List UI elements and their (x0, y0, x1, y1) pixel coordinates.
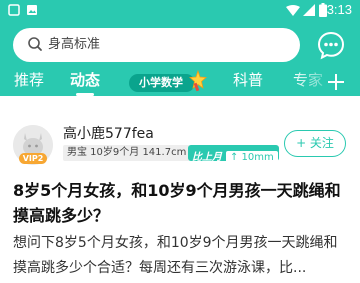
plus-icon[interactable] (326, 72, 346, 92)
baby-info: 男宝 10岁9个月 141.7cm (63, 145, 191, 161)
app-header: 3:13 身高标准 推荐 动态 小学数学 科普 专家 (0, 0, 360, 96)
post-title[interactable]: 8岁5个月女孩，和10岁9个月男孩一天跳绳和摸高跳多少？ (13, 178, 347, 228)
search-placeholder: 身高标准 (48, 37, 101, 52)
search-bar[interactable]: 身高标准 (13, 28, 300, 62)
active-tab-indicator (76, 93, 94, 96)
image-icon (27, 5, 37, 15)
notification-square-icon (8, 4, 20, 16)
follow-button[interactable]: + 关注 (284, 130, 346, 157)
growth-tag: 比上月 ↑ 10mm (188, 145, 279, 165)
chat-bubble-icon[interactable] (316, 30, 346, 60)
status-bar: 3:13 (0, 0, 360, 22)
tab-science[interactable]: 科普 (233, 70, 263, 90)
wifi-icon (286, 5, 300, 16)
tab-updates[interactable]: 动态 (70, 70, 100, 90)
growth-detail: ↑ 10mm (226, 151, 278, 165)
tab-primary-math[interactable]: 小学数学 (129, 70, 209, 92)
username[interactable]: 高小鹿577fea (63, 125, 154, 143)
status-time: 3:13 (326, 2, 352, 17)
pencil-star-icon (189, 70, 207, 92)
tab-primary-math-label: 小学数学 (139, 76, 183, 89)
tab-bar: 推荐 动态 小学数学 科普 专家 (0, 66, 360, 96)
growth-level: 比上月 (192, 152, 222, 163)
post-body[interactable]: 想问下8岁5个月女孩，和10岁9个月男孩一天跳绳和摸高跳多少个合适？每周还有三次… (13, 231, 347, 281)
signal-icon (303, 4, 315, 16)
search-icon (28, 37, 42, 51)
tab-recommend[interactable]: 推荐 (14, 70, 44, 90)
vip-badge: VIP2 (19, 153, 47, 164)
